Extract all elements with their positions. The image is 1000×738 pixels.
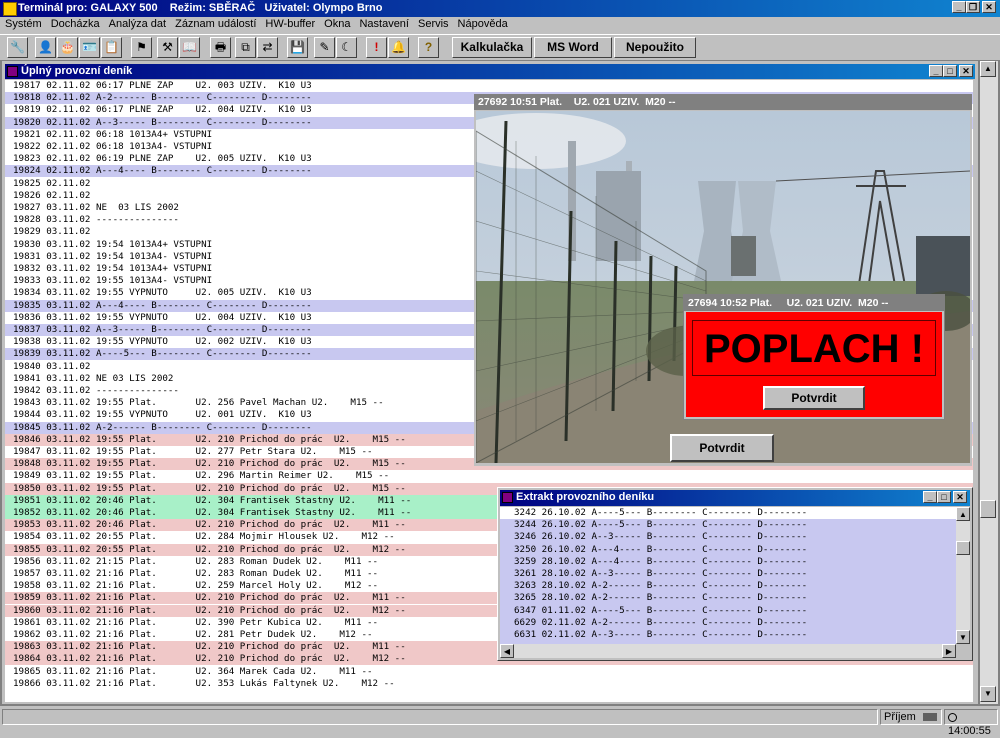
menu-event-log[interactable]: Záznam událostí (170, 17, 260, 30)
menu-help[interactable]: Nápověda (453, 17, 512, 30)
extract-minimize-icon[interactable]: _ (923, 491, 937, 503)
wrench-icon[interactable]: 🔧 (7, 37, 28, 58)
status-bar: Příjem 14:00:55 (0, 706, 1000, 737)
close-icon[interactable]: ✕ (982, 1, 996, 13)
extract-row[interactable]: 3244 26.10.02 A----5--- B-------- C-----… (500, 519, 956, 531)
save-icon[interactable]: 💾 (287, 37, 308, 58)
journal-scrollbar[interactable]: ▲ ▼ (980, 61, 998, 704)
extract-title-bar: Extrakt provozního deníku _ □ ✕ (500, 490, 970, 506)
app-icon (3, 2, 17, 16)
extract-scroll-left-icon[interactable]: ◀ (500, 644, 514, 658)
extract-vscrollbar[interactable]: ▲ ▼ (956, 507, 970, 644)
journal-title: Úplný provozní deník (21, 65, 133, 77)
extract-row[interactable]: 3242 26.10.02 A----5--- B-------- C-----… (500, 507, 956, 519)
journal-row[interactable]: 19817 02.11.02 06:17 PLNE ZAP U2. 003 UZ… (5, 80, 973, 92)
menu-system[interactable]: Systém (0, 17, 46, 30)
extract-hscrollbar[interactable]: ◀ ▶ (500, 644, 956, 658)
minimize-icon[interactable]: _ (952, 1, 966, 13)
extract-row[interactable]: 6347 01.11.02 A----5--- B-------- C-----… (500, 605, 956, 617)
calculator-button[interactable]: Kalkulačka (452, 37, 532, 58)
person-icon[interactable]: 👤 (35, 37, 56, 58)
flag-icon[interactable]: ⚑ (131, 37, 152, 58)
alarm-window: 27694 10:52 Plat. U2. 021 UZIV. M20 -- P… (683, 294, 945, 420)
ms-word-button[interactable]: MS Word (534, 37, 612, 58)
extract-list[interactable]: 3242 26.10.02 A----5--- B-------- C-----… (500, 507, 956, 644)
app-title-bar: Terminál pro: GALAXY 500 Režim: SBĚRAČ U… (0, 0, 1000, 17)
scroll-thumb[interactable] (980, 500, 996, 518)
extract-row[interactable]: 3259 28.10.02 A---4---- B-------- C-----… (500, 556, 956, 568)
scroll-up-icon[interactable]: ▲ (980, 61, 996, 77)
alert-icon[interactable]: ! (366, 37, 387, 58)
help-icon[interactable]: ? (418, 37, 439, 58)
moon-icon[interactable]: ☾ (336, 37, 357, 58)
alarm-panel: POPLACH ! Potvrdit (686, 312, 942, 417)
extract-window-icon (502, 492, 513, 503)
app-title: Terminál pro: GALAXY 500 Režim: SBĚRAČ U… (18, 2, 383, 14)
menu-settings[interactable]: Nastavení (354, 17, 413, 30)
extract-title: Extrakt provozního deníku (516, 491, 655, 503)
extract-row[interactable]: 3265 28.10.02 A-2------ B-------- C-----… (500, 592, 956, 604)
journal-close-icon[interactable]: ✕ (959, 65, 973, 77)
bell-icon[interactable]: 🔔 (388, 37, 409, 58)
extract-row[interactable]: 6629 02.11.02 A-2------ B-------- C-----… (500, 617, 956, 629)
book-icon[interactable]: 📖 (179, 37, 200, 58)
extract-row[interactable]: 6631 02.11.02 A--3----- B-------- C-----… (500, 629, 956, 641)
extract-scroll-up-icon[interactable]: ▲ (956, 507, 970, 521)
journal-window-icon (7, 66, 18, 77)
tools-icon[interactable]: ⚒ (157, 37, 178, 58)
extract-row[interactable]: 3250 26.10.02 A---4---- B-------- C-----… (500, 544, 956, 556)
scroll-down-icon[interactable]: ▼ (980, 686, 996, 702)
restore-icon[interactable]: ❐ (966, 1, 980, 13)
status-clock: 14:00:55 (944, 709, 998, 737)
camera-title: 27692 10:51 Plat. U2. 021 UZIV. M20 -- (474, 94, 972, 110)
menu-service[interactable]: Servis (413, 17, 453, 30)
transfer-icon[interactable]: ⇄ (257, 37, 278, 58)
copy-icon[interactable]: ⧉ (235, 37, 256, 58)
camera-confirm-button[interactable]: Potvrdit (670, 434, 774, 462)
menu-attendance[interactable]: Docházka (46, 17, 104, 30)
status-receive: Příjem (880, 709, 942, 725)
pen-icon[interactable]: ✎ (314, 37, 335, 58)
receive-label: Příjem (884, 711, 916, 723)
unused-button[interactable]: Nepoužito (614, 37, 696, 58)
journal-row[interactable]: 19849 03.11.02 19:55 Plat. U2. 296 Marti… (5, 470, 973, 482)
extract-scroll-thumb[interactable] (956, 541, 970, 555)
menu-bar: Systém Docházka Analýza dat Záznam událostí… (0, 17, 1000, 33)
printer-icon[interactable]: 🖶 (210, 37, 231, 58)
alarm-title: 27694 10:52 Plat. U2. 021 UZIV. M20 -- (684, 295, 944, 311)
extract-row[interactable]: 3261 28.10.02 A--3----- B-------- C-----… (500, 568, 956, 580)
toolbar: 🔧 👤 🎂 🪪 📋 ⚑ ⚒ 📖 🖶 ⧉ ⇄ 💾 ✎ ☾ ! 🔔 ? Kalkul… (0, 34, 1000, 61)
extract-scroll-down-icon[interactable]: ▼ (956, 630, 970, 644)
report-icon[interactable]: 📋 (101, 37, 122, 58)
journal-row[interactable]: 19865 03.11.02 21:16 Plat. U2. 364 Marek… (5, 666, 973, 678)
extract-maximize-icon[interactable]: □ (937, 491, 951, 503)
clock-icon (948, 712, 957, 722)
receive-indicator (922, 713, 937, 722)
journal-minimize-icon[interactable]: _ (929, 65, 943, 77)
alarm-message: POPLACH ! (692, 320, 936, 376)
menu-windows[interactable]: Okna (319, 17, 354, 30)
journal-title-bar: Úplný provozní deník _ □ ✕ (5, 64, 975, 79)
alarm-confirm-button[interactable]: Potvrdit (763, 386, 865, 410)
journal-row[interactable]: 19866 03.11.02 21:16 Plat. U2. 353 Lukás… (5, 678, 973, 690)
journal-maximize-icon[interactable]: □ (943, 65, 957, 77)
extract-close-icon[interactable]: ✕ (953, 491, 967, 503)
cake-icon[interactable]: 🎂 (57, 37, 78, 58)
menu-data-analysis[interactable]: Analýza dat (104, 17, 170, 30)
extract-scroll-right-icon[interactable]: ▶ (942, 644, 956, 658)
status-panel-main (2, 709, 878, 725)
extract-row[interactable]: 3263 28.10.02 A-2------ B-------- C-----… (500, 580, 956, 592)
extract-row[interactable]: 3246 26.10.02 A--3----- B-------- C-----… (500, 531, 956, 543)
extract-window: Extrakt provozního deníku _ □ ✕ 3242 26.… (497, 487, 973, 661)
menu-hw-buffer[interactable]: HW-buffer (260, 17, 319, 30)
card-icon[interactable]: 🪪 (79, 37, 100, 58)
